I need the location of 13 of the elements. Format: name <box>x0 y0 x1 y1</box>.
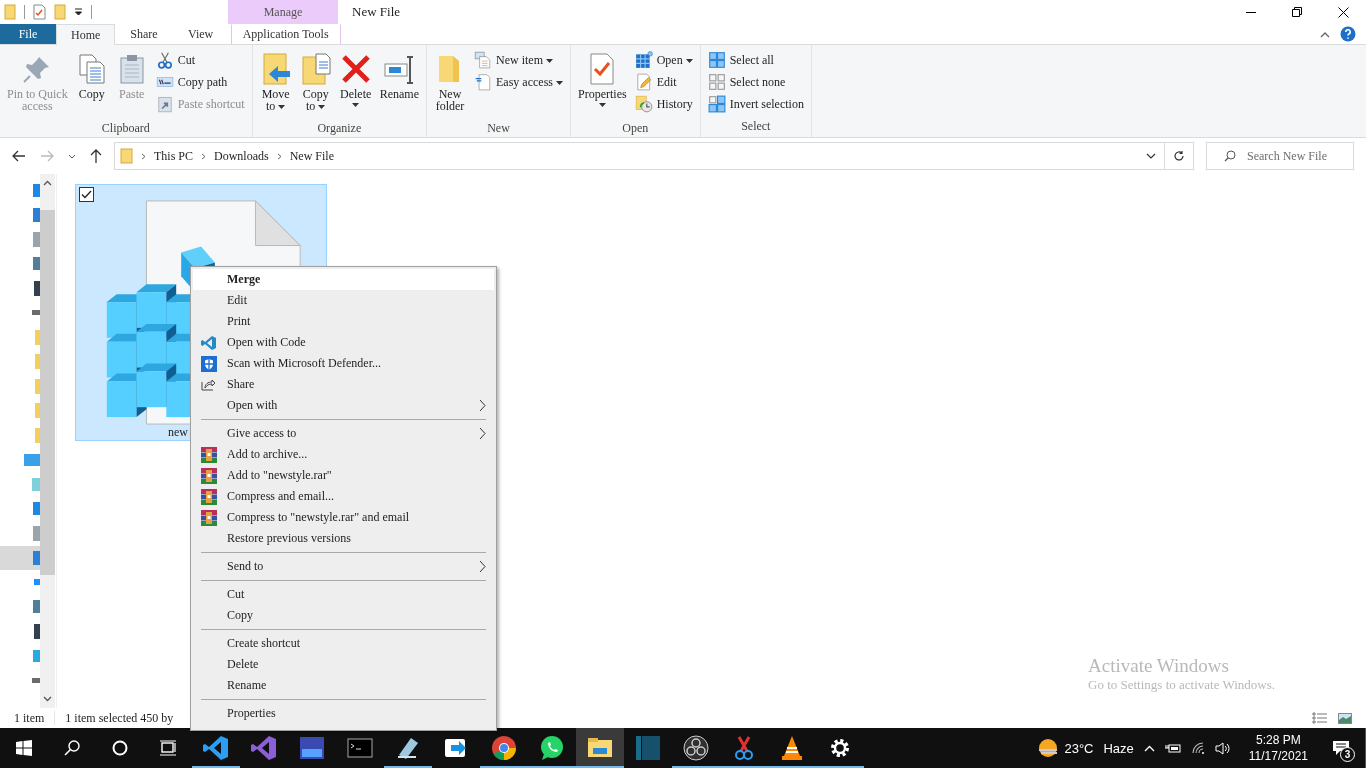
ribbon-group-label: Select <box>740 118 772 135</box>
activation-title: Activate Windows <box>1088 655 1230 677</box>
ribbon-group-label: Organize <box>316 120 363 137</box>
manage-context-label: Manage <box>228 0 338 24</box>
selection-info: 1 item selected 450 by <box>65 710 174 726</box>
window-title: New File <box>351 3 402 21</box>
file-name: new <box>168 425 188 440</box>
ribbon-group-label: Clipboard <box>100 120 151 137</box>
notification-count: 3 <box>1340 747 1355 762</box>
activation-message: Go to Settings to activate Windows. <box>1088 677 1275 693</box>
ribbon-group-label: Open <box>621 120 650 137</box>
item-count: 1 item <box>14 710 45 726</box>
ribbon-group-label: New <box>486 120 511 137</box>
